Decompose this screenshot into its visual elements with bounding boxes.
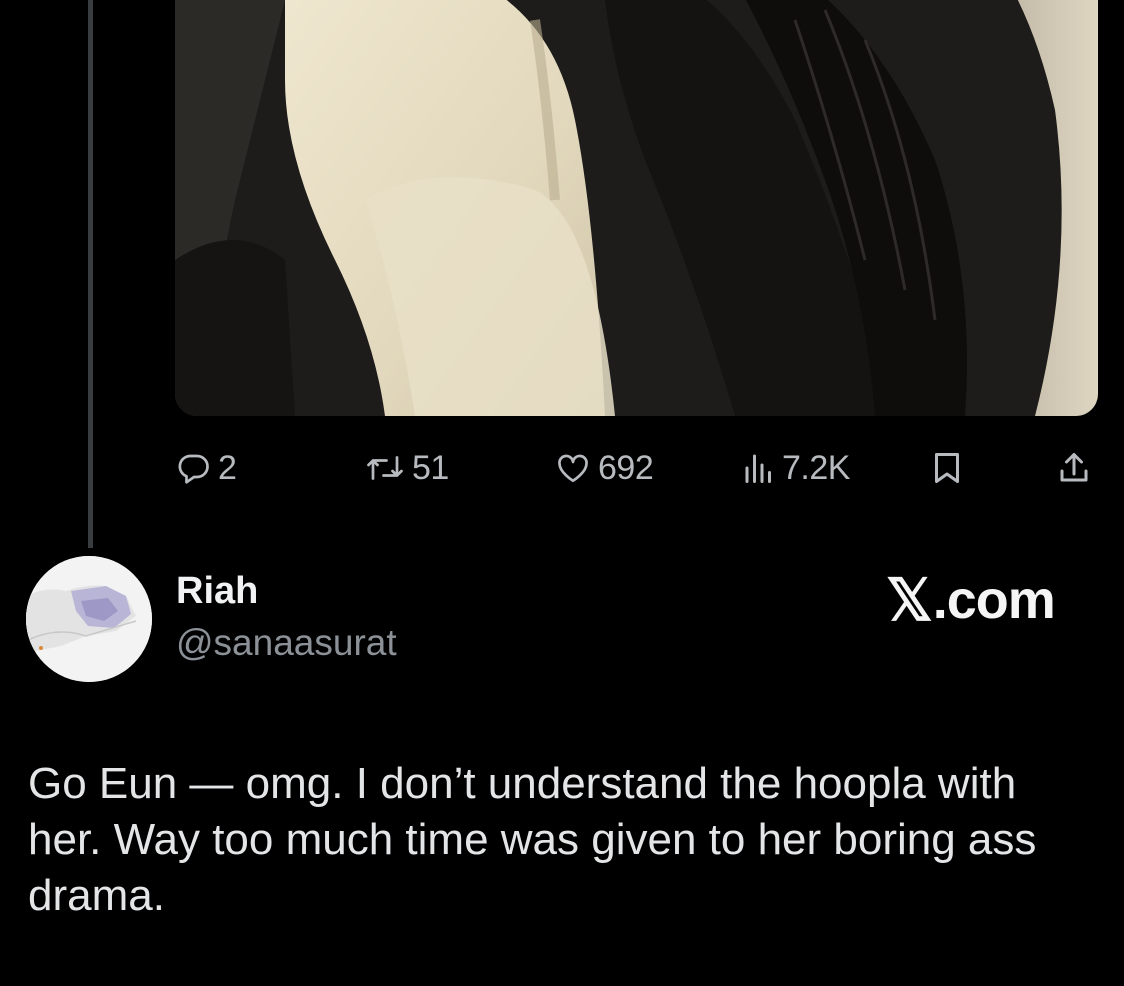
repost-count: 51 [412, 448, 449, 487]
author-handle[interactable]: @sanaasurat [176, 622, 397, 664]
reply-count: 2 [218, 448, 237, 487]
x-com-watermark: 𝕏 .com [886, 566, 1056, 634]
author-name[interactable]: Riah [176, 570, 258, 613]
post-body-text: Go Eun — omg. I don’t understand the hoo… [28, 759, 1037, 920]
like-button[interactable]: 692 [554, 446, 654, 490]
like-count: 692 [598, 448, 654, 487]
post-action-bar: 2 51 692 7.2K [0, 446, 1124, 490]
views-button[interactable]: 7.2K [742, 446, 850, 490]
share-button[interactable] [1056, 446, 1092, 490]
x-logo-icon: 𝕏 [886, 568, 933, 633]
repost-icon [364, 450, 406, 486]
heart-icon [554, 450, 592, 486]
repost-button[interactable]: 51 [364, 446, 449, 490]
bookmark-button[interactable] [930, 446, 964, 490]
bookmark-icon [930, 450, 964, 486]
reply-icon [176, 450, 212, 486]
views-icon [742, 450, 776, 486]
reply-button[interactable]: 2 [176, 446, 237, 490]
share-icon [1056, 450, 1092, 486]
watermark-domain: .com [932, 570, 1056, 630]
views-count: 7.2K [782, 448, 850, 487]
avatar[interactable] [26, 556, 152, 682]
post-media-image[interactable] [175, 0, 1098, 416]
